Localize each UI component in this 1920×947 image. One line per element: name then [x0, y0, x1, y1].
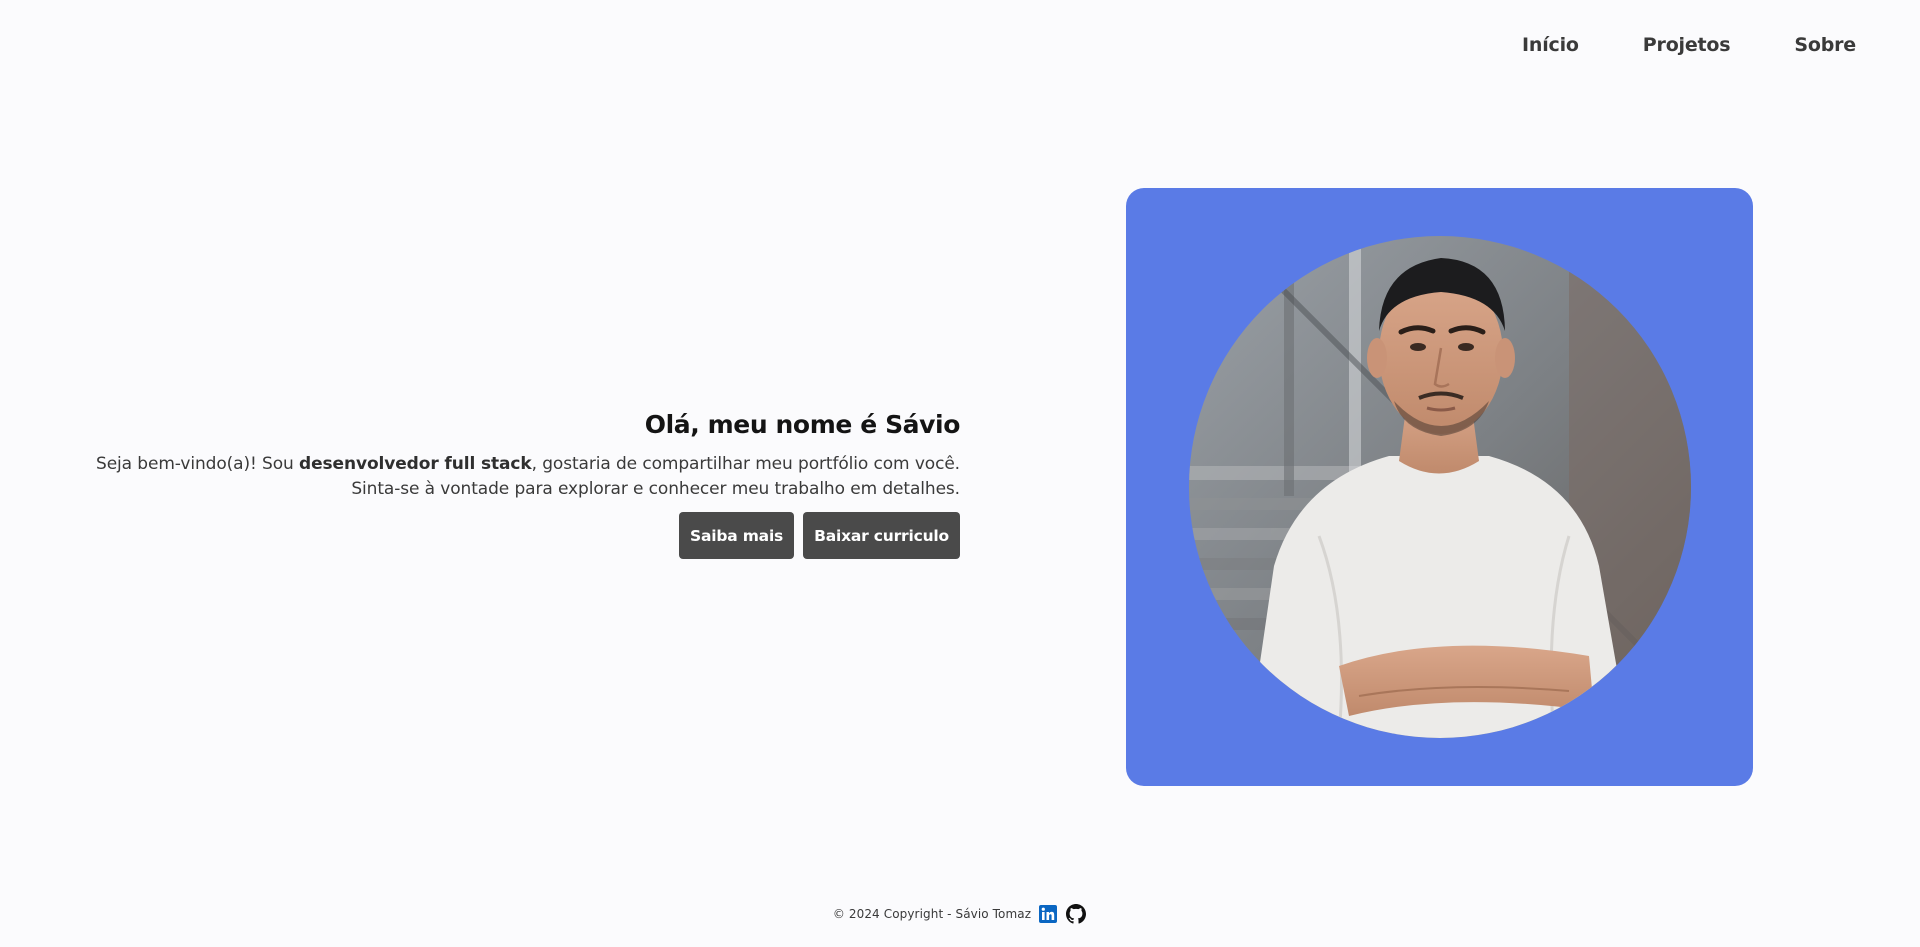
portrait-illustration — [1189, 236, 1691, 738]
hero-description: Seja bem-vindo(a)! Sou desenvolvedor ful… — [60, 452, 960, 502]
profile-photo — [1189, 236, 1691, 738]
learn-more-button[interactable]: Saiba mais — [679, 512, 795, 559]
nav-item-projetos[interactable]: Projetos — [1643, 34, 1731, 56]
copyright-text: © 2024 Copyright - Sávio Tomaz — [832, 907, 1032, 921]
hero-actions: Saiba mais Baixar curriculo — [60, 512, 960, 559]
download-cv-button[interactable]: Baixar curriculo — [803, 512, 960, 559]
hero-desc-part1: Seja bem-vindo(a)! Sou — [96, 454, 300, 474]
hero-section: Olá, meu nome é Sávio Seja bem-vindo(a)!… — [60, 410, 960, 559]
hero-desc-line2: Sinta-se à vontade para explorar e conhe… — [351, 479, 960, 499]
hero-desc-part2: , gostaria de compartilhar meu portfólio… — [531, 454, 961, 474]
github-icon[interactable] — [1065, 903, 1087, 925]
nav-item-sobre[interactable]: Sobre — [1794, 34, 1856, 56]
linkedin-icon[interactable] — [1037, 903, 1059, 925]
photo-card — [1126, 188, 1753, 786]
nav-item-inicio[interactable]: Início — [1522, 34, 1579, 56]
footer: © 2024 Copyright - Sávio Tomaz — [0, 903, 1920, 925]
hero-title: Olá, meu nome é Sávio — [644, 410, 961, 439]
main-nav: Início Projetos Sobre — [1522, 34, 1856, 56]
hero-desc-highlight: desenvolvedor full stack — [299, 454, 532, 474]
